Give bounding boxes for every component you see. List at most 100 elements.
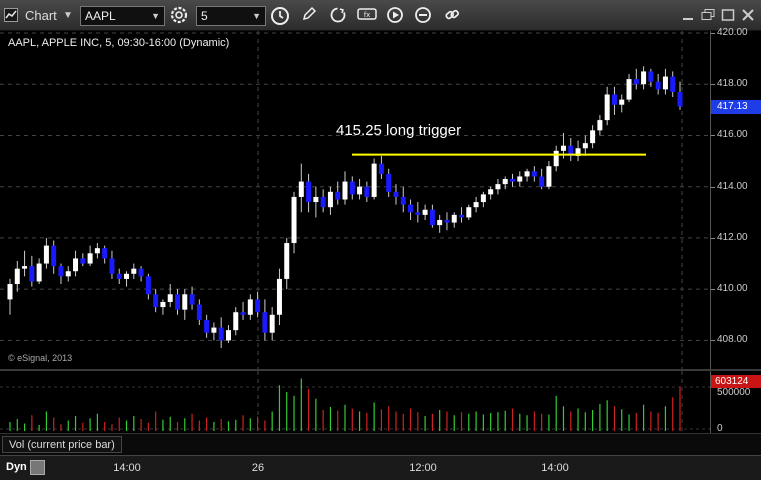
candle-body <box>590 130 596 144</box>
volume-axis[interactable]: 603124 500000 0 <box>710 371 761 434</box>
candle-body <box>298 181 304 197</box>
candle-body <box>247 299 253 315</box>
candle-body <box>422 209 428 215</box>
interval-selector[interactable]: 5 ▼ <box>196 6 266 26</box>
candle-body <box>124 273 130 279</box>
interval-settings-gear-icon[interactable] <box>170 6 190 26</box>
candle-body <box>582 143 588 149</box>
window-menu-chevron-icon[interactable]: ▼ <box>63 6 73 26</box>
maximize-icon[interactable] <box>720 8 736 22</box>
candle-body <box>80 258 86 264</box>
dynamic-scale-label: Dyn <box>6 461 27 473</box>
price-tick: 412.00 <box>717 231 748 243</box>
chevron-down-icon[interactable]: ▼ <box>151 7 160 25</box>
candle-body <box>546 166 552 187</box>
candle-body <box>7 284 13 300</box>
play-replay-icon[interactable] <box>386 6 406 26</box>
price-tick-mark <box>711 340 715 342</box>
close-icon[interactable] <box>740 8 756 22</box>
price-axis[interactable]: 420.00 418.00 416.00 414.00 412.00 410.00 408.… <box>710 27 761 369</box>
price-tick: 414.00 <box>717 180 748 192</box>
candle-body <box>160 301 166 308</box>
candle-body <box>131 268 137 274</box>
volume-pane[interactable] <box>0 371 710 433</box>
candle-body <box>51 245 57 267</box>
candle-body <box>22 266 28 269</box>
candle-body <box>641 71 647 85</box>
volume-study-label[interactable]: Vol (current price bar) <box>2 436 122 453</box>
minimize-icon[interactable] <box>680 8 696 22</box>
refresh-cycle-icon[interactable] <box>329 6 349 26</box>
candle-body <box>531 171 537 177</box>
candle-body <box>94 248 100 254</box>
candle-body <box>349 181 355 195</box>
time-tick: 14:00 <box>113 462 141 474</box>
candle-body <box>36 263 42 282</box>
chart-window-icon[interactable] <box>4 8 18 22</box>
volume-tick: 500000 <box>717 387 751 398</box>
price-tick-mark <box>711 84 715 86</box>
candle-body <box>371 163 377 197</box>
candle-body <box>204 319 210 333</box>
time-axis[interactable]: Dyn 14:00 26 12:00 14:00 <box>0 455 761 480</box>
candle-body <box>218 327 224 341</box>
candle-body <box>437 219 443 226</box>
price-chart-canvas[interactable] <box>0 31 710 369</box>
price-tick: 416.00 <box>717 129 748 141</box>
candle-body <box>378 163 384 174</box>
study-label-row: Vol (current price bar) <box>0 433 761 455</box>
last-price-badge: 417.13 <box>711 100 761 114</box>
candle-body <box>626 79 632 100</box>
price-tick-mark <box>711 135 715 137</box>
candle-body <box>466 207 472 218</box>
candle-body <box>386 173 392 192</box>
candle-body <box>553 150 559 167</box>
chevron-down-icon[interactable]: ▼ <box>252 7 261 25</box>
trigger-annotation[interactable]: 415.25 long trigger <box>336 122 461 139</box>
studies-icon[interactable]: fx <box>357 6 377 26</box>
candle-body <box>597 120 603 131</box>
chart-toolbar: Chart ▼ AAPL ▼ 5 ▼ fx <box>0 0 761 31</box>
candle-body <box>524 171 530 177</box>
candle-body <box>145 276 151 295</box>
candle-body <box>87 253 93 264</box>
candle-body <box>495 184 501 190</box>
candle-body <box>138 268 144 277</box>
candle-body <box>473 202 479 208</box>
zoom-out-icon[interactable] <box>414 6 434 26</box>
candle-body <box>14 268 20 285</box>
link-chain-icon[interactable] <box>443 6 463 26</box>
symbol-selector[interactable]: AAPL ▼ <box>80 6 165 26</box>
window-title: Chart <box>25 8 57 23</box>
price-tick-mark <box>711 237 715 239</box>
price-tick: 420.00 <box>717 27 748 38</box>
time-tick: 26 <box>251 462 265 474</box>
candle-body <box>335 191 341 200</box>
copyright-text: © eSignal, 2013 <box>8 353 73 363</box>
candle-body <box>393 191 399 197</box>
candle-body <box>444 219 450 223</box>
candle-body <box>102 248 108 259</box>
candle-body <box>662 76 668 90</box>
candle-body <box>153 294 159 308</box>
scale-settings-icon[interactable] <box>30 460 45 475</box>
candle-body <box>560 145 566 151</box>
time-template-clock-icon[interactable] <box>270 6 290 26</box>
candle-body <box>167 294 173 302</box>
candle-body <box>342 181 348 200</box>
restore-icon[interactable] <box>700 8 716 22</box>
volume-canvas[interactable] <box>0 371 710 433</box>
interval-value: 5 <box>201 9 208 23</box>
candle-body <box>648 71 654 82</box>
candle-body <box>655 81 661 90</box>
draw-pencil-icon[interactable] <box>301 6 321 26</box>
candle-body <box>480 194 486 203</box>
time-tick: 12:00 <box>409 462 437 474</box>
candle-body <box>313 196 319 203</box>
candle-body <box>619 99 625 105</box>
price-chart-pane[interactable]: AAPL, APPLE INC, 5, 09:30-16:00 (Dynamic… <box>0 31 710 369</box>
candle-body <box>408 204 414 213</box>
candle-body <box>73 258 79 272</box>
candle-body <box>510 179 515 182</box>
candle-body <box>517 176 523 182</box>
